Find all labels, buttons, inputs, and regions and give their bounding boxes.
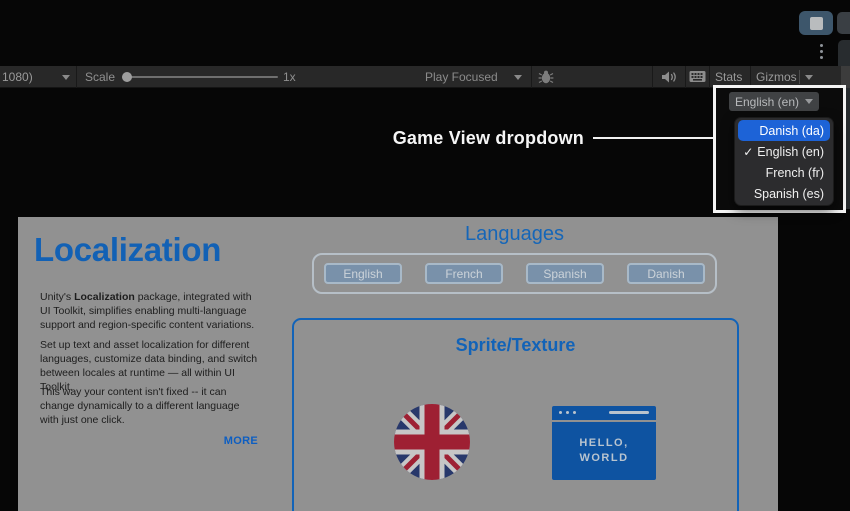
toolbar-divider	[652, 66, 653, 88]
chevron-down-icon	[805, 99, 814, 104]
browser-window-graphic: HELLO, WORLD	[552, 406, 656, 480]
menu-item-label: Danish (da)	[759, 123, 824, 138]
page-title: Localization	[34, 231, 222, 268]
keyboard-icon[interactable]	[689, 70, 706, 83]
menu-item-spanish[interactable]: Spanish (es)	[735, 183, 833, 204]
stats-button[interactable]: Stats	[715, 70, 742, 84]
toolbar-divider	[709, 66, 710, 88]
audio-mute-icon[interactable]	[661, 70, 678, 84]
browser-window-body: HELLO, WORLD	[552, 422, 656, 480]
toolbar-divider	[799, 70, 800, 84]
menu-item-label: English (en)	[757, 144, 824, 159]
locale-dropdown-label: English (en)	[734, 94, 800, 109]
sprite-texture-panel: Sprite/Texture HELLO, WORLD	[292, 318, 739, 511]
debug-bug-icon[interactable]	[537, 70, 555, 84]
languages-button-group: English French Spanish Danish	[312, 253, 717, 294]
hello-world-text: HELLO,	[579, 436, 629, 449]
uk-flag-icon	[394, 404, 470, 480]
menu-item-french[interactable]: French (fr)	[735, 162, 833, 183]
hello-world-text: WORLD	[579, 452, 629, 464]
annotation-line	[593, 137, 713, 139]
address-bar-icon	[609, 411, 649, 414]
locale-dropdown-menu: Danish (da) ✓ English (en) French (fr) S…	[734, 117, 834, 206]
annotation-label: Game View dropdown	[392, 127, 584, 148]
intro-paragraph: Unity's Localization package, integrated…	[40, 291, 258, 333]
toolbar-divider	[76, 66, 77, 88]
paragraph-bold-text: Localization	[74, 291, 135, 303]
resolution-dropdown-label[interactable]: 1080)	[2, 70, 33, 84]
menu-item-label: French (fr)	[765, 165, 824, 180]
paragraph-text: Unity's	[40, 291, 75, 303]
sprite-texture-title: Sprite/Texture	[455, 335, 576, 355]
active-toolbar-button[interactable]	[799, 11, 833, 35]
unity-editor-window: 1080) Scale 1x Play Focused Stats Gizmos…	[0, 0, 850, 511]
language-button-spanish[interactable]: Spanish	[526, 263, 604, 284]
chevron-down-icon[interactable]	[805, 75, 813, 80]
scale-value: 1x	[283, 70, 296, 84]
window-dots-icon	[559, 411, 576, 414]
menu-item-danish[interactable]: Danish (da)	[738, 120, 830, 141]
menu-item-label: Spanish (es)	[753, 186, 824, 201]
language-button-french[interactable]: French	[425, 263, 503, 284]
check-icon: ✓	[743, 144, 754, 159]
chevron-down-icon[interactable]	[514, 75, 522, 80]
languages-section-title: Languages	[465, 223, 564, 245]
browser-window-header	[552, 406, 656, 420]
square-icon	[809, 16, 823, 30]
highlight-box: English (en) Danish (da) ✓ English (en) …	[713, 85, 846, 213]
locale-dropdown-button[interactable]: English (en)	[729, 92, 819, 111]
gizmos-button[interactable]: Gizmos	[756, 70, 797, 84]
play-mode-dropdown[interactable]: Play Focused	[425, 70, 498, 84]
window-edge-button[interactable]	[837, 12, 850, 34]
kebab-menu-icon[interactable]	[820, 44, 824, 62]
chevron-down-icon[interactable]	[62, 75, 70, 80]
more-link[interactable]: MORE	[40, 435, 258, 447]
scale-slider-knob[interactable]	[122, 72, 132, 82]
toolbar-divider	[531, 66, 532, 88]
language-button-danish[interactable]: Danish	[627, 263, 705, 284]
game-view-content: Localization Unity's Localization packag…	[18, 217, 778, 511]
toolbar-divider	[685, 66, 686, 88]
body-paragraph: This way your content isn't fixed -- it …	[40, 386, 240, 426]
menu-item-english[interactable]: ✓ English (en)	[735, 141, 833, 162]
annotation-callout: Game View dropdown	[0, 126, 713, 150]
scale-slider[interactable]	[122, 76, 278, 78]
scale-label: Scale	[85, 70, 116, 84]
language-button-english[interactable]: English	[324, 263, 402, 284]
